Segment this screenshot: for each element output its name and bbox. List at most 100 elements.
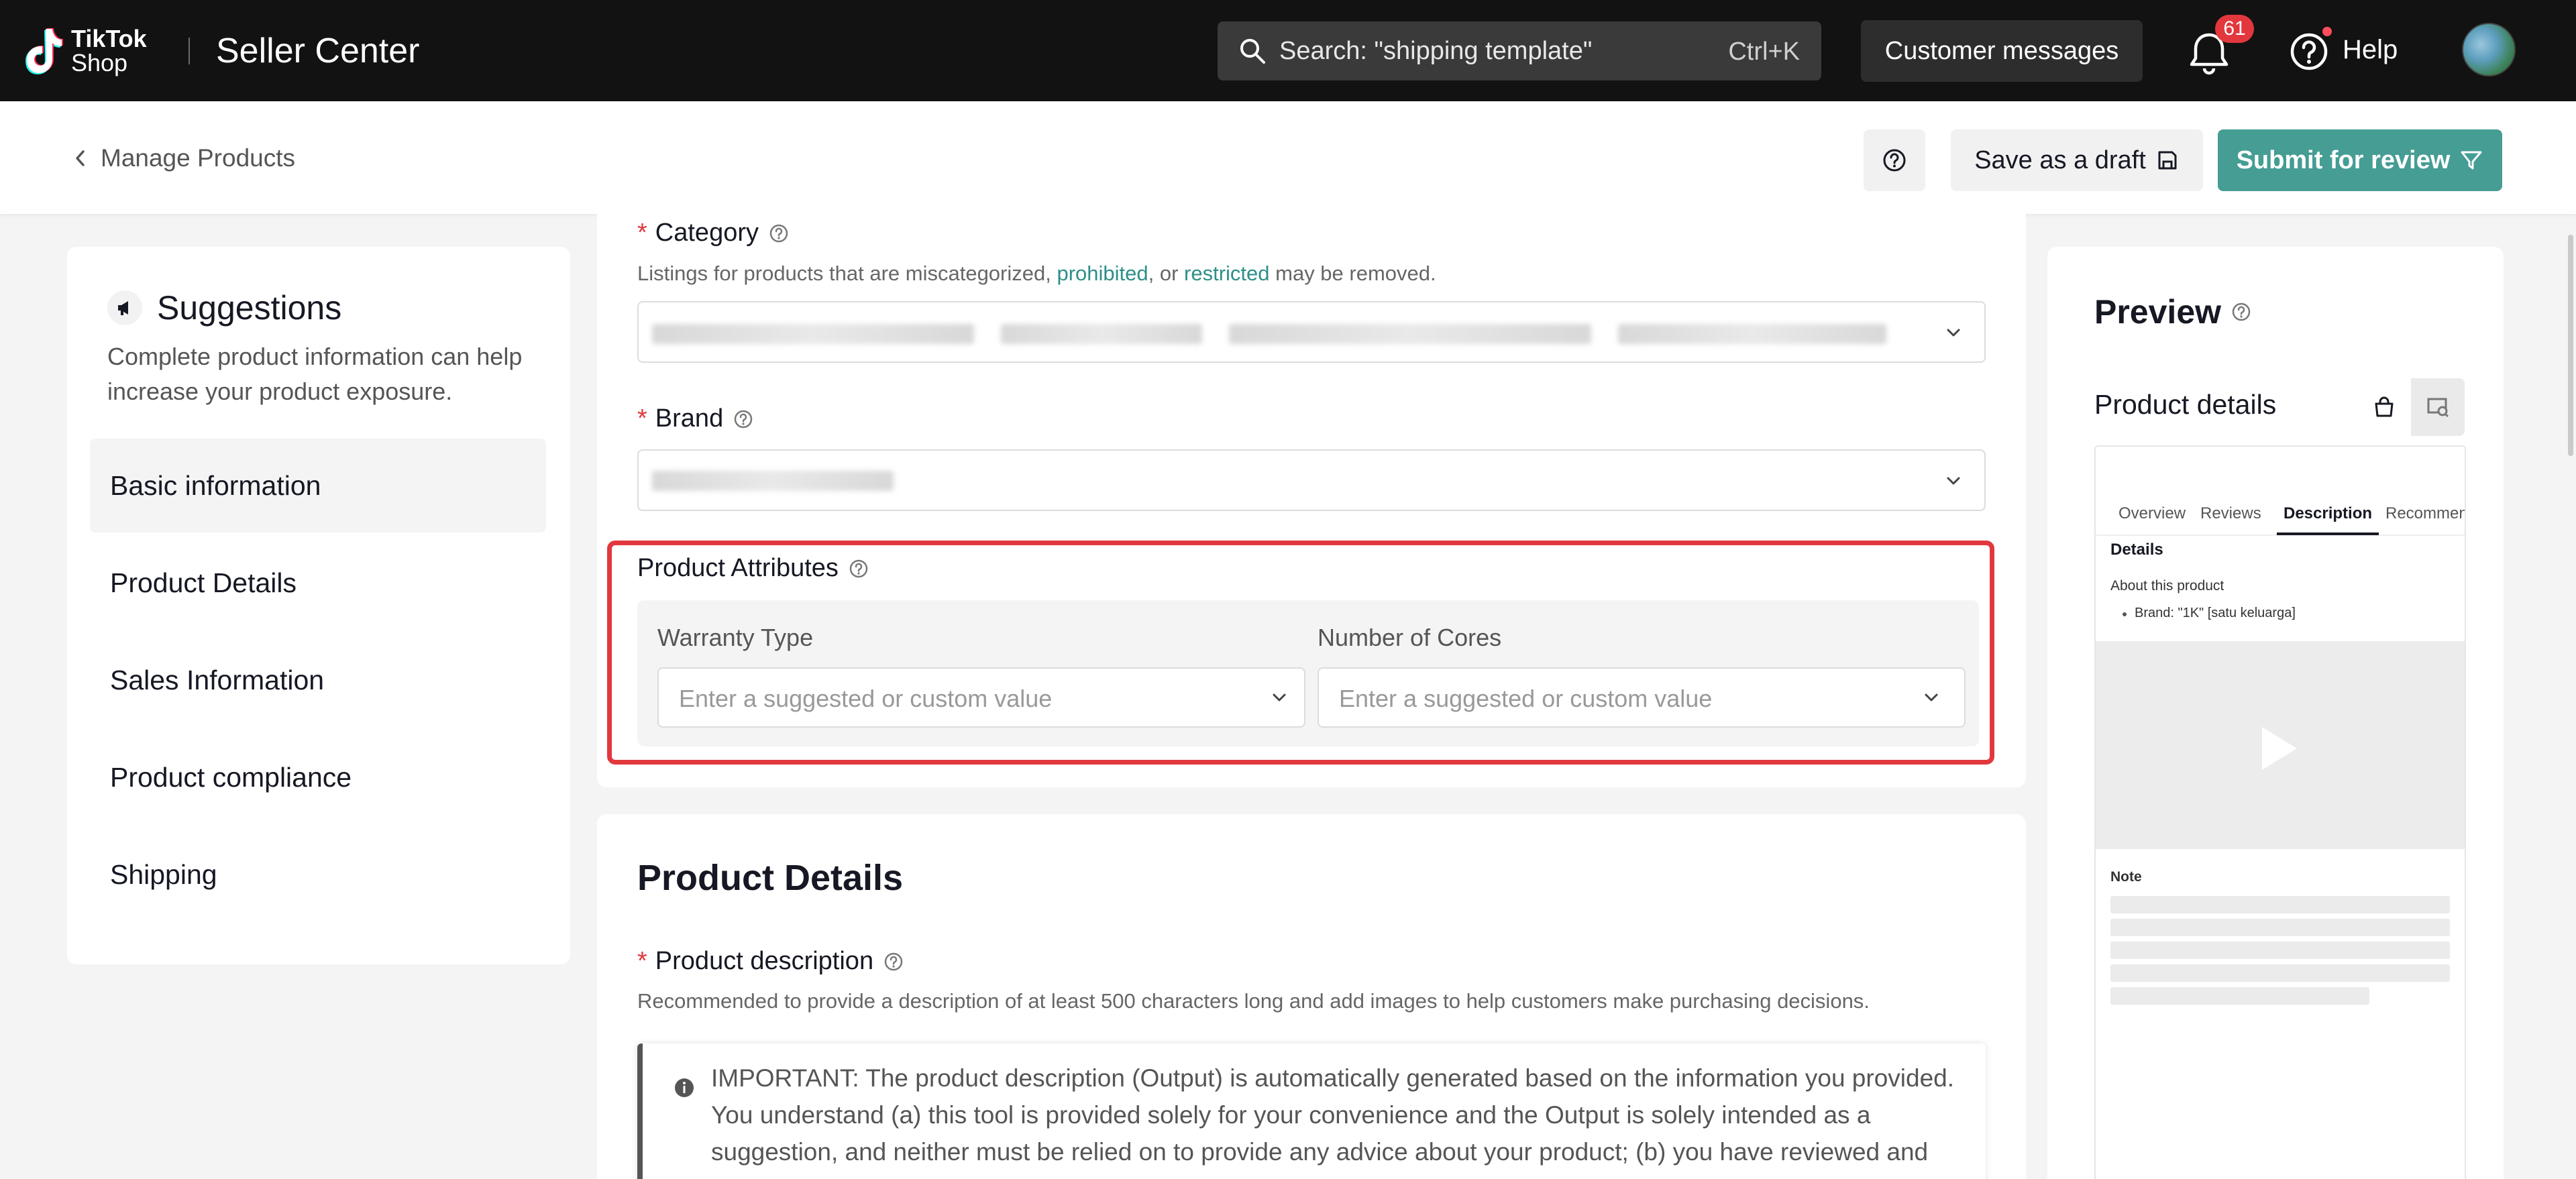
chevron-down-icon	[1273, 693, 1286, 701]
preview-title: Preview	[2094, 292, 2252, 331]
preview-video-placeholder	[2096, 641, 2465, 849]
nav-basic-information[interactable]: Basic information	[90, 439, 546, 532]
product-description-help: Recommended to provide a description of …	[637, 989, 1870, 1013]
page-scrollbar[interactable]	[2568, 235, 2573, 456]
global-search-input[interactable]: Search: "shipping template" Ctrl+K	[1218, 21, 1821, 80]
chevron-down-icon	[1947, 329, 1960, 337]
product-description-label: * Product description	[637, 947, 904, 976]
preview-title-text: Preview	[2094, 293, 2222, 331]
prohibited-link[interactable]: prohibited	[1057, 262, 1148, 285]
preview-tab-description[interactable]: Description	[2284, 504, 2372, 523]
nav-shipping[interactable]: Shipping	[90, 828, 546, 921]
save-draft-label: Save as a draft	[1974, 146, 2146, 174]
brand-select[interactable]	[637, 449, 1986, 511]
brand-label-text: Brand	[655, 404, 724, 433]
play-icon	[2262, 727, 2297, 770]
preview-about-heading: About this product	[2110, 578, 2224, 594]
chevron-down-icon	[1925, 693, 1938, 701]
number-of-cores-label: Number of Cores	[1318, 624, 1502, 651]
number-of-cores-select[interactable]: Enter a suggested or custom value	[1318, 667, 1966, 728]
placeholder-line	[2110, 942, 2450, 959]
floppy-disk-icon	[2158, 151, 2177, 170]
placeholder-line	[2110, 987, 2369, 1005]
selected-tab-underline	[2277, 532, 2379, 535]
submit-label: Submit for review	[2236, 146, 2451, 174]
category-label: * Category	[637, 219, 790, 247]
warranty-type-select[interactable]: Enter a suggested or custom value	[657, 667, 1305, 728]
bullet	[2123, 612, 2127, 616]
send-icon	[2461, 151, 2482, 170]
logo-text-tiktok: TikTok	[71, 25, 147, 52]
product-attributes-label: Product Attributes	[637, 554, 869, 583]
product-details-title: Product Details	[637, 858, 904, 898]
preview-brand-line: Brand: "1K" [satu keluarga]	[2135, 606, 2296, 620]
category-help-prefix: Listings for products that are miscatego…	[637, 262, 1057, 285]
question-circle-icon[interactable]	[2231, 301, 2252, 323]
important-notice: IMPORTANT: The product description (Outp…	[637, 1044, 1986, 1179]
megaphone-icon	[107, 290, 142, 325]
page-header: Manage Products Save as a draft Submit f…	[0, 101, 2576, 214]
required-asterisk: *	[637, 947, 647, 975]
top-navigation-bar: TikTok Shop Seller Center Search: "shipp…	[0, 0, 2576, 101]
required-asterisk: *	[637, 404, 647, 433]
brand-value-blurred	[652, 471, 894, 491]
nav-sales-information[interactable]: Sales Information	[90, 633, 546, 727]
shopping-bag-icon	[2375, 396, 2394, 417]
preview-tab-recommend[interactable]: Recommen	[2385, 504, 2465, 523]
category-value-blurred	[1229, 324, 1591, 344]
logo-text-shop: Shop	[71, 49, 128, 76]
brand-label: * Brand	[637, 404, 754, 433]
required-asterisk: *	[637, 219, 647, 247]
preview-product-details: Product details	[2094, 389, 2277, 420]
tiktok-note-icon	[25, 28, 63, 74]
category-help-text: Listings for products that are miscatego…	[637, 262, 1436, 286]
back-label: Manage Products	[101, 144, 296, 172]
customer-messages-button[interactable]: Customer messages	[1861, 20, 2143, 82]
info-icon	[675, 1078, 694, 1097]
category-select[interactable]	[637, 301, 1986, 363]
search-icon	[1240, 39, 1265, 64]
category-value-blurred	[1001, 324, 1202, 344]
placeholder-line	[2110, 964, 2450, 982]
save-draft-button[interactable]: Save as a draft	[1951, 129, 2203, 191]
search-placeholder: Search: "shipping template"	[1279, 36, 1593, 65]
placeholder-line	[2110, 919, 2450, 936]
category-label-text: Category	[655, 219, 759, 247]
user-avatar[interactable]	[2462, 23, 2516, 76]
restricted-link[interactable]: restricted	[1184, 262, 1269, 285]
warranty-type-label: Warranty Type	[657, 624, 814, 651]
notification-count-badge: 61	[2215, 15, 2254, 43]
help-notification-dot	[2322, 27, 2332, 36]
logo-divider	[189, 38, 190, 64]
help-circle-icon[interactable]	[2290, 32, 2328, 71]
notice-text: IMPORTANT: The product description (Outp…	[711, 1064, 1955, 1166]
nav-product-compliance[interactable]: Product compliance	[90, 730, 546, 824]
app-title: Seller Center	[216, 32, 420, 70]
suggestions-title: Suggestions	[157, 289, 342, 327]
question-circle-icon	[1883, 149, 1906, 172]
category-value-blurred	[1618, 324, 1886, 344]
suggestions-panel: Suggestions Complete product information…	[67, 247, 570, 964]
product-description-label-text: Product description	[655, 947, 874, 975]
submit-for-review-button[interactable]: Submit for review	[2218, 129, 2502, 191]
preview-note-heading: Note	[2110, 869, 2142, 885]
preview-panel: Preview Product details Overview Reviews…	[2047, 247, 2504, 1179]
tiktok-shop-logo[interactable]: TikTok Shop	[25, 24, 147, 78]
preview-tab-overview[interactable]: Overview	[2118, 504, 2186, 523]
search-result-view-button[interactable]	[2411, 378, 2465, 436]
question-circle-icon[interactable]	[848, 558, 869, 579]
nav-product-details[interactable]: Product Details	[90, 536, 546, 630]
category-value-blurred	[652, 324, 974, 344]
back-to-manage-products[interactable]: Manage Products	[72, 144, 295, 172]
question-circle-icon[interactable]	[883, 951, 904, 972]
number-of-cores-placeholder: Enter a suggested or custom value	[1339, 685, 1713, 712]
help-button[interactable]	[1864, 129, 1925, 191]
shopping-bag-view-button[interactable]	[2357, 378, 2411, 436]
question-circle-icon[interactable]	[768, 223, 790, 244]
question-circle-icon[interactable]	[733, 408, 754, 430]
category-help-suffix: may be removed.	[1269, 262, 1436, 285]
help-link[interactable]: Help	[2343, 35, 2398, 65]
preview-tab-reviews[interactable]: Reviews	[2200, 504, 2261, 523]
chevron-down-icon	[1947, 477, 1960, 485]
search-card-icon	[2427, 398, 2449, 418]
